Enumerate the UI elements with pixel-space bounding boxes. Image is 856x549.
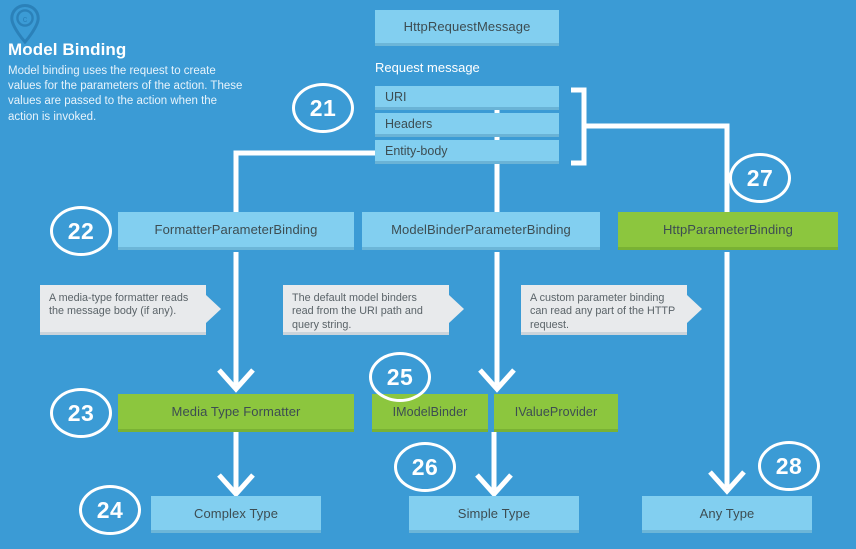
arrowhead-to-simple-type xyxy=(475,473,513,498)
callout-custom-parameter-binding: A custom parameter binding can read any … xyxy=(521,285,702,335)
node-model-binder-parameter-binding[interactable]: ModelBinderParameterBinding xyxy=(362,212,600,250)
node-ivalueprovider[interactable]: IValueProvider xyxy=(494,394,618,432)
callout-tip-icon xyxy=(206,295,221,323)
callout-text: The default model binders read from the … xyxy=(292,292,423,331)
arrowhead-to-complex-type xyxy=(217,473,255,498)
node-any-type[interactable]: Any Type xyxy=(642,496,812,533)
node-request-part-headers[interactable]: Headers xyxy=(375,113,559,137)
node-media-type-formatter[interactable]: Media Type Formatter xyxy=(118,394,354,432)
node-complex-type[interactable]: Complex Type xyxy=(151,496,321,533)
node-http-request-message[interactable]: HttpRequestMessage xyxy=(375,10,559,46)
node-request-part-uri[interactable]: URI xyxy=(375,86,559,110)
badge-27[interactable]: 27 xyxy=(729,153,791,203)
badge-25[interactable]: 25 xyxy=(369,352,431,402)
map-pin-c-icon: c xyxy=(10,4,40,44)
diagram-canvas: c Model Binding Model binding uses the r… xyxy=(0,0,856,549)
callout-media-type-formatter: A media-type formatter reads the message… xyxy=(40,285,221,335)
svg-text:c: c xyxy=(23,14,28,24)
arrowhead-to-any-type xyxy=(708,470,746,495)
badge-24[interactable]: 24 xyxy=(79,485,141,535)
callout-text: A custom parameter binding can read any … xyxy=(530,292,676,331)
request-message-caption: Request message xyxy=(375,60,480,75)
panel-description: Model binding uses the request to create… xyxy=(8,65,243,123)
page-title: Model Binding xyxy=(8,40,127,59)
badge-26[interactable]: 26 xyxy=(394,442,456,492)
badge-21[interactable]: 21 xyxy=(292,83,354,133)
arrowhead-to-ivalueprovider xyxy=(478,368,516,393)
arrowhead-to-media-type-formatter xyxy=(217,368,255,393)
callout-model-binders: The default model binders read from the … xyxy=(283,285,464,335)
callout-tip-icon xyxy=(687,295,702,323)
badge-22[interactable]: 22 xyxy=(50,206,112,256)
badge-28[interactable]: 28 xyxy=(758,441,820,491)
node-formatter-parameter-binding[interactable]: FormatterParameterBinding xyxy=(118,212,354,250)
node-http-parameter-binding[interactable]: HttpParameterBinding xyxy=(618,212,838,250)
node-simple-type[interactable]: Simple Type xyxy=(409,496,579,533)
node-request-part-entity-body[interactable]: Entity-body xyxy=(375,140,559,164)
callout-text: A media-type formatter reads the message… xyxy=(49,292,189,318)
badge-23[interactable]: 23 xyxy=(50,388,112,438)
callout-tip-icon xyxy=(449,295,464,323)
